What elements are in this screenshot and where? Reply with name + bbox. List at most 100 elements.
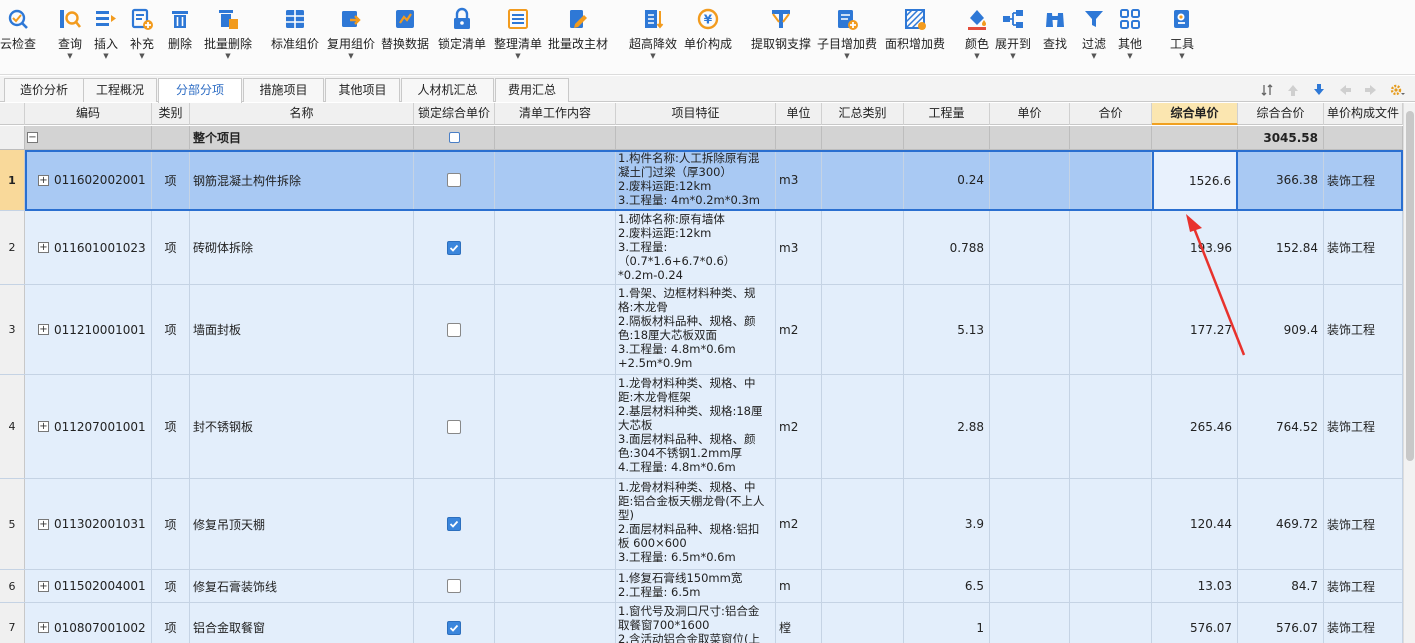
work-content-cell[interactable] — [495, 211, 616, 284]
scrollbar-thumb[interactable] — [1406, 111, 1414, 461]
toolbar-button-15[interactable]: 提取钢支撑 — [751, 4, 811, 70]
quantity-cell[interactable]: 0.788 — [904, 211, 990, 284]
column-header-13[interactable]: 综合合价 — [1238, 103, 1324, 125]
lock-cell[interactable] — [414, 285, 495, 374]
expand-icon[interactable]: + — [38, 242, 49, 253]
unit-cell[interactable]: m2 — [776, 479, 822, 569]
table-row[interactable]: 5 +011302001031 项 修复吊顶天棚 1.龙骨材料种类、规格、中 距:铝合金… — [0, 479, 1403, 570]
expand-icon[interactable]: + — [38, 174, 49, 186]
lock-checkbox[interactable] — [447, 240, 461, 255]
move-right-icon[interactable] — [1363, 82, 1379, 98]
summary-type-cell[interactable] — [822, 150, 904, 210]
unit-cell[interactable]: m3 — [776, 211, 822, 284]
expand-icon[interactable]: + — [38, 518, 49, 530]
column-header-10[interactable]: 单价 — [990, 103, 1070, 125]
column-header-4[interactable]: 锁定综合单价 — [414, 103, 495, 125]
price-file-cell[interactable]: 装饰工程 — [1324, 375, 1403, 478]
comp-unit-price-cell[interactable]: 13.03 — [1152, 570, 1238, 602]
lock-checkbox[interactable] — [448, 132, 460, 143]
toolbar-button-18[interactable]: 颜色 ▼ — [964, 4, 990, 70]
toolbar-button-9[interactable]: 替换数据 — [381, 4, 429, 70]
lock-checkbox[interactable] — [447, 620, 461, 635]
table-row[interactable]: 2 +011601001023 项 砖砌体拆除 1.砌体名称:原有墙体 2.废料运距:1… — [0, 211, 1403, 285]
tab-5[interactable]: 其他项目 — [325, 78, 400, 102]
toolbar-button-14[interactable]: ¥ 单价构成 — [684, 4, 732, 70]
sort-icon[interactable] — [1259, 82, 1275, 98]
unit-cell[interactable]: m2 — [776, 285, 822, 374]
unit-cell[interactable]: m2 — [776, 375, 822, 478]
unit-price-cell[interactable] — [990, 479, 1070, 569]
column-header-2[interactable]: 类别 — [152, 103, 190, 125]
column-header-7[interactable]: 单位 — [776, 103, 822, 125]
work-content-cell[interactable] — [495, 603, 616, 643]
total-price-cell[interactable] — [1070, 375, 1152, 478]
code-cell[interactable]: +011502004001 — [25, 570, 152, 602]
toolbar-button-4[interactable]: 补充 ▼ — [129, 4, 155, 70]
tab-3[interactable]: 分部分项 — [158, 78, 242, 103]
quantity-cell[interactable]: 3.9 — [904, 479, 990, 569]
tab-2[interactable]: 工程概况 — [83, 78, 157, 102]
toolbar-button-16[interactable]: 子目增加费 ▼ — [817, 4, 877, 70]
feature-cell[interactable]: 1.龙骨材料种类、规格、中 距:铝合金板天棚龙骨(不上人 型) 2.面层材料品种… — [616, 479, 776, 569]
feature-cell[interactable]: 1.砌体名称:原有墙体 2.废料运距:12km 3.工程量: （0.7*1.6+… — [616, 211, 776, 284]
total-price-cell[interactable] — [1070, 150, 1152, 210]
unit-cell[interactable]: 樘 — [776, 603, 822, 643]
quantity-cell[interactable]: 5.13 — [904, 285, 990, 374]
move-up-icon[interactable] — [1285, 82, 1301, 98]
lock-cell[interactable] — [414, 211, 495, 284]
expand-icon[interactable]: + — [38, 324, 49, 335]
toolbar-button-13[interactable]: 超高降效 ▼ — [629, 4, 677, 70]
column-header-6[interactable]: 项目特征 — [616, 103, 776, 125]
toolbar-button-7[interactable]: 标准组价 — [271, 4, 319, 70]
toolbar-button-1[interactable]: 云检查 — [0, 4, 36, 70]
unit-cell[interactable]: m3 — [776, 150, 822, 210]
total-price-cell[interactable] — [1070, 285, 1152, 374]
lock-cell[interactable] — [414, 479, 495, 569]
price-file-cell[interactable]: 装饰工程 — [1324, 479, 1403, 569]
summary-type-cell[interactable] — [822, 603, 904, 643]
comp-unit-price-cell[interactable]: 120.44 — [1152, 479, 1238, 569]
unit-price-cell[interactable] — [990, 603, 1070, 643]
work-content-cell[interactable] — [495, 570, 616, 602]
quantity-cell[interactable]: 1 — [904, 603, 990, 643]
table-row[interactable]: 4 +011207001001 项 封不锈钢板 1.龙骨材料种类、规格、中 距:木龙骨框… — [0, 375, 1403, 479]
expand-icon[interactable]: + — [38, 421, 49, 432]
feature-cell[interactable]: 1.龙骨材料种类、规格、中 距:木龙骨框架 2.基层材料种类、规格:18厘 大芯… — [616, 375, 776, 478]
unit-cell[interactable]: m — [776, 570, 822, 602]
code-cell[interactable]: +011601001023 — [25, 211, 152, 284]
toolbar-button-22[interactable]: 其他 ▼ — [1117, 4, 1143, 70]
column-header-8[interactable]: 汇总类别 — [822, 103, 904, 125]
toolbar-button-20[interactable]: 查找 — [1042, 4, 1068, 70]
unit-price-cell[interactable] — [990, 285, 1070, 374]
column-header-11[interactable]: 合价 — [1070, 103, 1152, 125]
toolbar-button-5[interactable]: 删除 — [167, 4, 193, 70]
settings-gear-icon[interactable] — [1389, 82, 1405, 98]
quantity-cell[interactable]: 0.24 — [904, 150, 990, 210]
table-row[interactable]: 6 +011502004001 项 修复石膏装饰线 1.修复石膏线150mm宽 2.工程… — [0, 570, 1403, 603]
active-cell-value[interactable]: 1526.6 — [1152, 150, 1238, 211]
expand-icon[interactable]: + — [38, 580, 49, 592]
column-header-9[interactable]: 工程量 — [904, 103, 990, 125]
tab-1[interactable]: 造价分析 — [4, 78, 84, 102]
lock-checkbox[interactable] — [447, 322, 461, 337]
code-cell[interactable]: +010807001002 — [25, 603, 152, 643]
unit-price-cell[interactable] — [990, 375, 1070, 478]
work-content-cell[interactable] — [495, 479, 616, 569]
comp-unit-price-cell[interactable]: 576.07 — [1152, 603, 1238, 643]
price-file-cell[interactable]: 装饰工程 — [1324, 150, 1403, 210]
vertical-scrollbar[interactable] — [1403, 103, 1415, 643]
lock-checkbox[interactable] — [447, 173, 461, 187]
lock-cell[interactable] — [414, 126, 495, 149]
move-down-icon[interactable] — [1311, 82, 1327, 98]
tab-6[interactable]: 人材机汇总 — [401, 78, 494, 102]
name-cell[interactable]: 砖砌体拆除 — [190, 211, 414, 284]
project-root-row[interactable]: − 整个项目 3045.58 — [0, 126, 1403, 150]
name-cell[interactable]: 修复吊顶天棚 — [190, 479, 414, 569]
name-cell[interactable]: 钢筋混凝土构件拆除 — [190, 150, 414, 210]
toolbar-button-6[interactable]: 批量删除 ▼ — [204, 4, 252, 70]
expand-icon[interactable]: + — [38, 622, 49, 633]
feature-cell[interactable]: 1.骨架、边框材料种类、规 格:木龙骨 2.隔板材料品种、规格、颜 色:18厘大… — [616, 285, 776, 374]
summary-type-cell[interactable] — [822, 211, 904, 284]
price-file-cell[interactable]: 装饰工程 — [1324, 285, 1403, 374]
lock-checkbox[interactable] — [447, 419, 461, 434]
